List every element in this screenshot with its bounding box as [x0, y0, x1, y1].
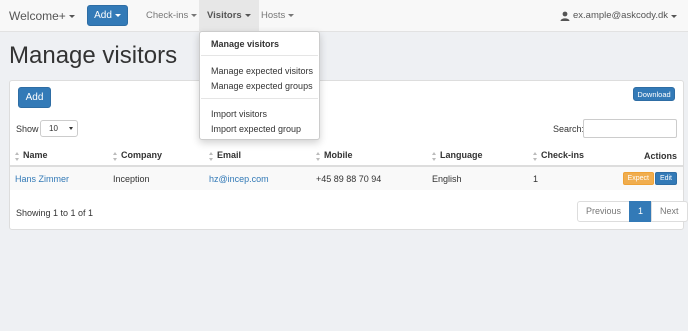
nav-checkins-label: Check-ins — [146, 10, 189, 21]
column-label: Name — [23, 150, 48, 161]
nav-hosts[interactable]: Hosts — [261, 0, 295, 32]
nav-add-label: Add — [94, 10, 112, 21]
nav-hosts-label: Hosts — [261, 10, 286, 21]
menu-divider — [201, 55, 318, 56]
visitor-name-link[interactable]: Hans Zimmer — [15, 174, 69, 184]
nav-add-button[interactable]: Add — [87, 5, 128, 26]
cell-name[interactable]: Hans Zimmer — [10, 166, 108, 190]
column-header-email[interactable]: Email — [204, 146, 311, 167]
cell-checkins: 1 — [528, 166, 607, 190]
page-size-value: 10 — [49, 124, 58, 133]
add-visitor-button[interactable]: Add — [18, 87, 51, 108]
column-label: Mobile — [324, 150, 353, 161]
previous-page-button[interactable]: Previous — [577, 201, 631, 222]
show-label: Show — [16, 124, 39, 134]
column-header-mobile[interactable]: Mobile — [311, 146, 427, 167]
download-button[interactable]: Download — [633, 87, 675, 101]
top-navbar: Welcome+ Add Check-ins Visitors Hosts ex… — [0, 0, 688, 32]
chevron-down-icon — [69, 127, 73, 130]
menu-divider — [201, 98, 318, 99]
column-label: Language — [440, 150, 483, 161]
chevron-down-icon — [288, 13, 295, 17]
column-label: Company — [121, 150, 163, 161]
chevron-down-icon — [114, 14, 121, 17]
visitors-table: Name Company Email Mobile Language Check… — [10, 146, 683, 190]
column-header-company[interactable]: Company — [108, 146, 204, 167]
menu-item-import-visitors[interactable]: Import visitors — [211, 109, 267, 119]
sort-icon — [15, 151, 20, 161]
cell-language: English — [427, 166, 528, 190]
column-header-language[interactable]: Language — [427, 146, 528, 167]
chevron-down-icon — [244, 13, 251, 17]
sort-icon — [432, 151, 437, 161]
column-header-name[interactable]: Name — [10, 146, 108, 167]
nav-visitors-label: Visitors — [207, 10, 242, 21]
menu-item-manage-expected-visitors[interactable]: Manage expected visitors — [211, 66, 313, 76]
user-menu[interactable]: ex.ample@askcody.dk — [560, 0, 677, 32]
user-icon — [560, 11, 570, 21]
cell-actions: Expect Edit — [607, 166, 683, 190]
chevron-down-icon — [191, 13, 198, 17]
page-1-button[interactable]: 1 — [629, 201, 653, 222]
showing-info: Showing 1 to 1 of 1 — [16, 208, 94, 218]
brand-label: Welcome+ — [9, 9, 66, 23]
page-title: Manage visitors — [9, 42, 178, 69]
expect-button[interactable]: Expect — [622, 172, 654, 185]
sort-icon — [316, 151, 321, 161]
cell-company: Inception — [108, 166, 204, 190]
column-label: Check-ins — [541, 150, 585, 161]
brand-menu[interactable]: Welcome+ — [9, 9, 75, 23]
table-header-row: Name Company Email Mobile Language Check… — [10, 146, 683, 167]
visitors-dropdown-menu: Manage visitors Manage expected visitors… — [199, 31, 320, 140]
chevron-down-icon — [68, 15, 75, 19]
sort-icon — [209, 151, 214, 161]
next-page-button[interactable]: Next — [651, 201, 688, 222]
page-size-select[interactable]: 10 — [40, 120, 78, 137]
sort-icon — [533, 151, 538, 161]
menu-item-manage-expected-groups[interactable]: Manage expected groups — [211, 81, 313, 91]
user-email: ex.ample@askcody.dk — [572, 10, 668, 21]
table-row: Hans Zimmer Inception hz@incep.com +45 8… — [10, 166, 683, 190]
nav-visitors[interactable]: Visitors — [199, 0, 259, 32]
visitor-email-link[interactable]: hz@incep.com — [209, 174, 269, 184]
sort-icon — [113, 151, 118, 161]
column-label: Actions — [643, 150, 677, 161]
menu-item-import-expected-group[interactable]: Import expected group — [211, 124, 301, 134]
cell-mobile: +45 89 88 70 94 — [311, 166, 427, 190]
pagination: Previous 1 Next — [577, 201, 688, 222]
edit-button[interactable]: Edit — [654, 172, 677, 185]
column-header-checkins[interactable]: Check-ins — [528, 146, 607, 167]
column-header-actions: Actions — [607, 146, 683, 167]
search-label: Search: — [553, 124, 585, 134]
nav-checkins[interactable]: Check-ins — [146, 0, 198, 32]
visitors-panel: Add Download Show 10 Search: Name Compan… — [9, 80, 688, 230]
cell-email: hz@incep.com — [204, 166, 311, 190]
column-label: Email — [217, 150, 242, 161]
search-input[interactable] — [583, 119, 677, 138]
chevron-down-icon — [671, 14, 677, 18]
menu-item-manage-visitors[interactable]: Manage visitors — [211, 39, 279, 49]
